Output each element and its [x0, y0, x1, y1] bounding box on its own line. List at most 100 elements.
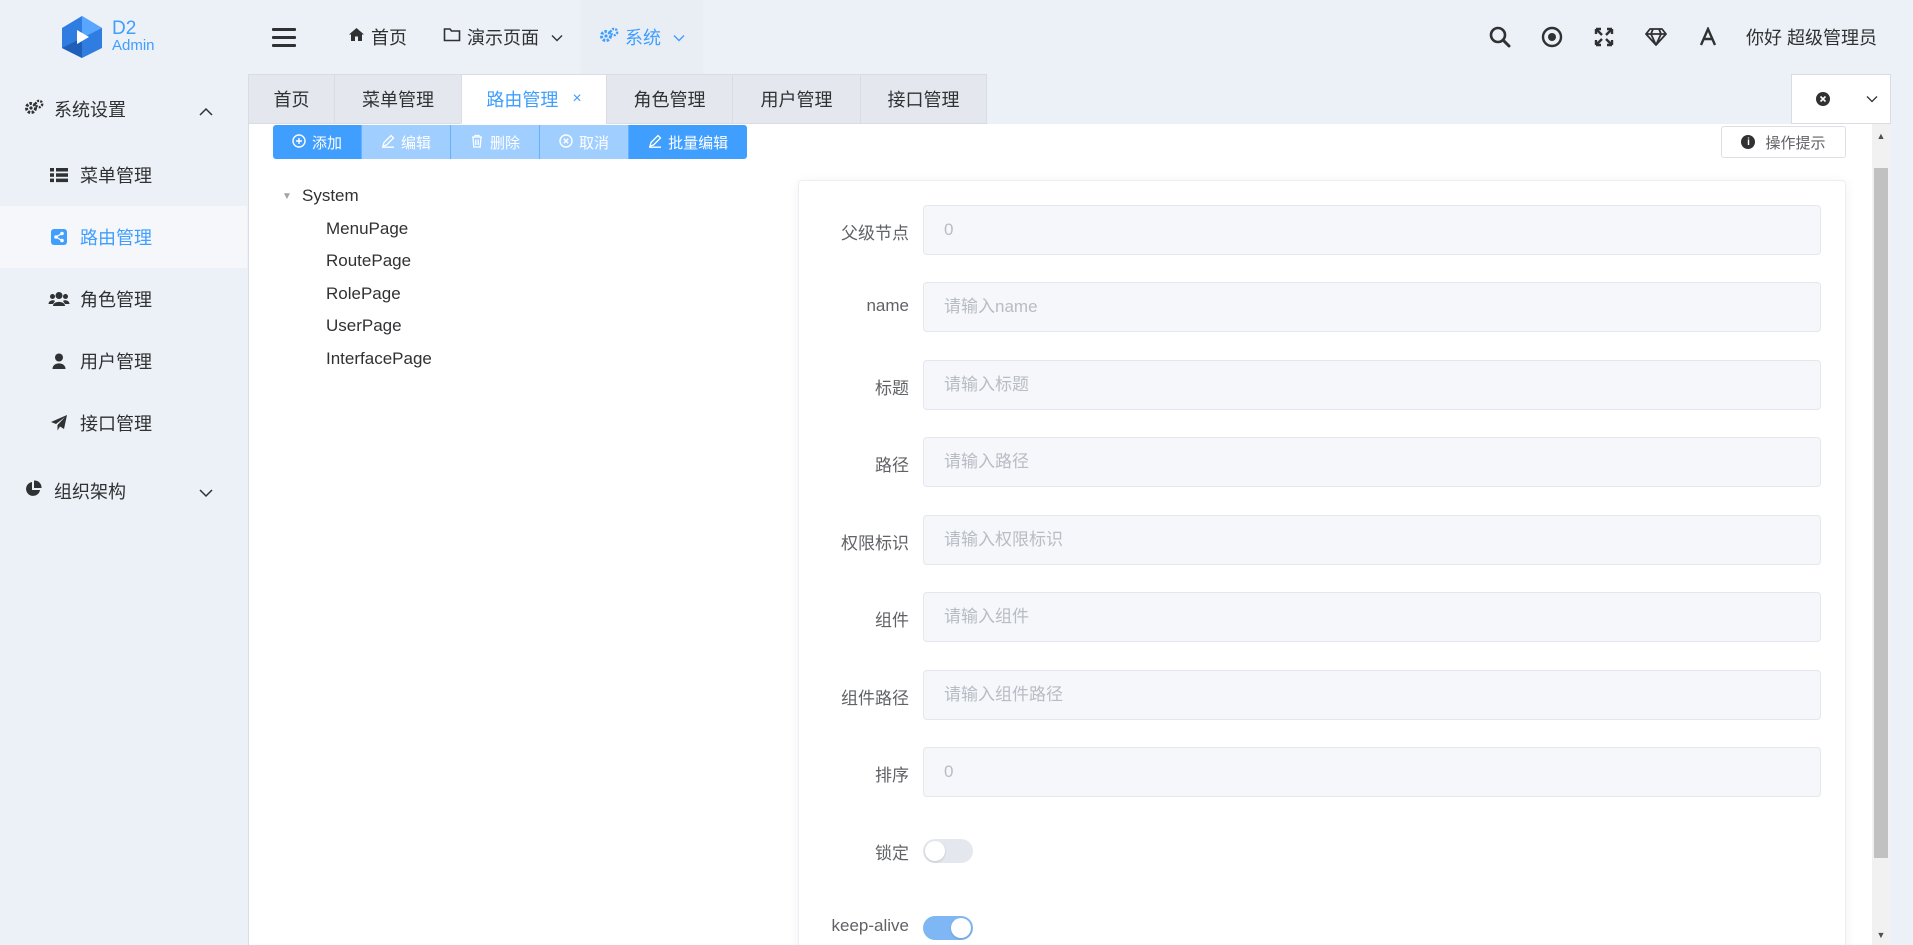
sidebar-item-interface[interactable]: 接口管理 [0, 392, 247, 454]
cancel-button-label: 取消 [579, 134, 610, 152]
tree-node-root[interactable]: ▼ System [282, 180, 432, 213]
form-row-keep-alive: keep-alive [799, 902, 1847, 945]
share-icon [48, 228, 70, 246]
scroll-up-icon[interactable]: ▲ [1874, 130, 1888, 142]
scrollbar-thumb[interactable] [1874, 168, 1888, 858]
topnav-system[interactable]: 系统 [581, 0, 703, 74]
name-input[interactable] [923, 282, 1821, 332]
sort-input[interactable] [923, 747, 1821, 797]
keep-alive-label: keep-alive [831, 916, 910, 935]
font-size-icon[interactable] [1682, 22, 1734, 52]
sidebar-item-role[interactable]: 角色管理 [0, 268, 247, 330]
search-icon[interactable] [1474, 22, 1526, 52]
permission-input[interactable] [923, 515, 1821, 565]
edit-icon [381, 134, 395, 151]
tree-node-label: InterfacePage [326, 348, 432, 368]
form-row-component: 组件 [799, 592, 1847, 642]
batch-edit-button[interactable]: 批量编辑 [629, 125, 748, 159]
tree-node-label: MenuPage [326, 218, 409, 238]
plus-circle-icon [292, 133, 306, 151]
switch-knob [951, 918, 971, 938]
list-icon [48, 167, 70, 183]
menu-toggle-icon[interactable] [272, 28, 296, 48]
sidebar-item-user[interactable]: 用户管理 [0, 330, 247, 392]
tab-menu[interactable]: 菜单管理 [334, 74, 461, 124]
form-row-locked: 锁定 [799, 825, 1847, 875]
tab-route[interactable]: 路由管理 × [461, 74, 606, 124]
caret-down-icon[interactable]: ▼ [282, 191, 292, 202]
tab-home[interactable]: 首页 [248, 74, 334, 124]
add-button-label: 添加 [312, 134, 343, 152]
tree-node[interactable]: UserPage [282, 310, 432, 343]
edit-button[interactable]: 编辑 [362, 125, 452, 159]
close-all-tabs-icon[interactable] [1792, 91, 1855, 107]
topnav-demo-label: 演示页面 [467, 28, 539, 48]
tab-interface[interactable]: 接口管理 [860, 74, 987, 124]
user-icon [48, 353, 70, 369]
form-row-permission: 权限标识 [799, 515, 1847, 565]
name-label: name [866, 296, 909, 315]
close-icon[interactable]: × [572, 90, 581, 108]
chevron-up-icon [199, 100, 213, 121]
tree-node-label: RoutePage [326, 251, 412, 271]
sidebar-item-label: 角色管理 [80, 290, 152, 310]
tab-role[interactable]: 角色管理 [606, 74, 732, 124]
keep-alive-switch[interactable] [923, 916, 973, 940]
diamond-icon[interactable] [1630, 22, 1682, 52]
brand-line1: D2 [112, 18, 137, 39]
brand-logo[interactable]: D2 Admin [58, 14, 208, 60]
fullscreen-icon[interactable] [1578, 22, 1630, 52]
edit-button-label: 编辑 [401, 134, 432, 152]
delete-button[interactable]: 删除 [451, 125, 541, 159]
route-tree: ▼ System MenuPage RoutePage RolePage Use… [282, 180, 432, 375]
sidebar-item-route[interactable]: 路由管理 [0, 206, 247, 268]
route-form: 父级节点 name 标题 路径 权限标识 组件 组件路径 排序 锁定 keep-… [798, 180, 1846, 945]
sidebar-item-menu[interactable]: 菜单管理 [0, 144, 247, 206]
cogs-icon [24, 99, 48, 120]
brand-line2: Admin [112, 37, 155, 54]
tab-user[interactable]: 用户管理 [732, 74, 860, 124]
batch-edit-button-label: 批量编辑 [668, 134, 729, 152]
component-path-input[interactable] [923, 670, 1821, 720]
topnav-system-label: 系统 [625, 28, 661, 48]
locked-label: 锁定 [875, 844, 909, 863]
topnav-demo[interactable]: 演示页面 [425, 0, 581, 74]
operation-hint-label: 操作提示 [1765, 134, 1826, 152]
parent-node-label: 父级节点 [841, 224, 909, 243]
record-icon[interactable] [1526, 22, 1578, 52]
component-input[interactable] [923, 592, 1821, 642]
sidebar-group-organization[interactable]: 组织架构 [0, 456, 247, 526]
component-label: 组件 [875, 611, 909, 630]
parent-node-input[interactable] [923, 205, 1821, 255]
tree-node-label: UserPage [326, 316, 402, 336]
user-greeting[interactable]: 你好 超级管理员 [1746, 24, 1877, 50]
page-tabs: 首页 菜单管理 路由管理 × 角色管理 用户管理 接口管理 [248, 74, 987, 124]
tree-node[interactable]: RolePage [282, 278, 432, 311]
sort-label: 排序 [875, 766, 909, 785]
operation-hint-button[interactable]: i 操作提示 [1721, 126, 1846, 158]
scroll-down-icon[interactable]: ▼ [1874, 929, 1888, 941]
close-circle-icon [559, 133, 573, 151]
sidebar-group-label: 组织架构 [54, 482, 126, 502]
form-row-sort: 排序 [799, 747, 1847, 797]
tree-node[interactable]: InterfacePage [282, 343, 432, 376]
cancel-button[interactable]: 取消 [540, 125, 630, 159]
sidebar-item-label: 菜单管理 [80, 166, 152, 186]
title-input[interactable] [923, 360, 1821, 410]
topnav-home[interactable]: 首页 [330, 0, 425, 74]
tree-node[interactable]: RoutePage [282, 245, 432, 278]
tree-node[interactable]: MenuPage [282, 213, 432, 246]
paper-plane-icon [48, 414, 70, 432]
edit-icon [648, 134, 662, 151]
chevron-down-icon[interactable] [1855, 95, 1890, 103]
sidebar-item-label: 用户管理 [80, 352, 152, 372]
sidebar-item-label: 接口管理 [80, 414, 152, 434]
add-button[interactable]: 添加 [273, 125, 363, 159]
action-toolbar: 添加 编辑 删除 取消 批量编辑 [273, 125, 748, 159]
sidebar-group-system-settings[interactable]: 系统设置 [0, 74, 247, 144]
form-row-parent: 父级节点 [799, 205, 1847, 255]
locked-switch[interactable] [923, 839, 973, 863]
chevron-down-icon [551, 30, 563, 45]
title-label: 标题 [875, 379, 909, 398]
path-input[interactable] [923, 437, 1821, 487]
